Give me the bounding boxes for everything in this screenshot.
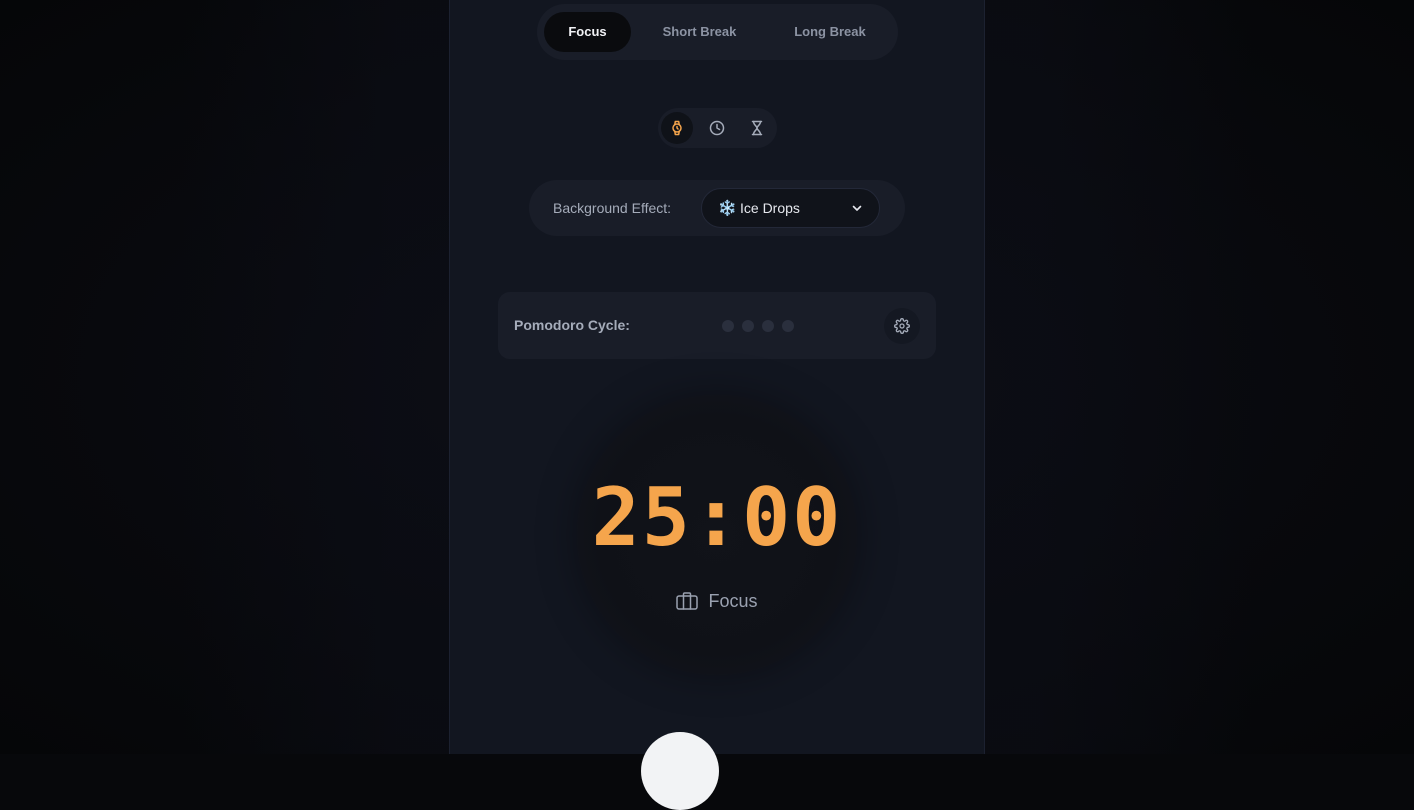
pomodoro-cycle-card: Pomodoro Cycle: bbox=[498, 292, 936, 359]
background-effect-label: Background Effect: bbox=[553, 200, 672, 216]
timer-style-watch-button[interactable] bbox=[661, 112, 693, 144]
cycle-dot bbox=[722, 320, 734, 332]
snowflake-icon: ❄️ bbox=[718, 200, 737, 217]
timer-mode-indicator: Focus bbox=[577, 588, 857, 614]
chevron-down-icon bbox=[852, 205, 862, 211]
timer-style-hourglass-button[interactable] bbox=[741, 112, 773, 144]
start-button[interactable] bbox=[641, 732, 719, 810]
tab-short-break[interactable]: Short Break bbox=[641, 12, 758, 52]
hourglass-icon bbox=[751, 120, 763, 136]
tab-focus[interactable]: Focus bbox=[544, 12, 631, 52]
briefcase-icon bbox=[676, 592, 699, 610]
timer-style-clock-button[interactable] bbox=[701, 112, 733, 144]
background-effect-value: Ice Drops bbox=[740, 200, 800, 216]
timer-style-switch bbox=[658, 108, 777, 148]
cycle-dot bbox=[782, 320, 794, 332]
pomodoro-cycle-label: Pomodoro Cycle: bbox=[514, 317, 630, 333]
background-effect-select[interactable]: ❄️ Ice Drops bbox=[701, 188, 880, 228]
timer-display: 25:00 bbox=[591, 471, 843, 564]
timer-mode-label: Focus bbox=[708, 590, 758, 611]
tab-long-break[interactable]: Long Break bbox=[768, 12, 892, 52]
watch-icon bbox=[672, 120, 682, 136]
cycle-dot bbox=[742, 320, 754, 332]
background-effect-row: Background Effect: ❄️ Ice Drops bbox=[529, 180, 905, 236]
gear-icon bbox=[894, 318, 910, 334]
mode-tabs: Focus Short Break Long Break bbox=[537, 4, 898, 60]
cycle-settings-button[interactable] bbox=[884, 308, 920, 344]
clock-icon bbox=[709, 120, 725, 136]
cycle-dot bbox=[762, 320, 774, 332]
